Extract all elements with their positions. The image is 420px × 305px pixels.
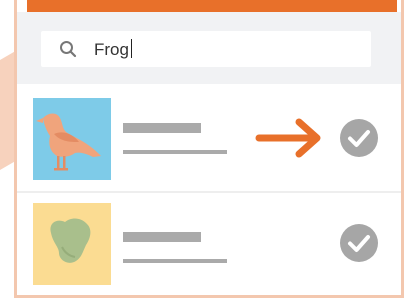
result-thumbnail <box>33 98 111 180</box>
text-cursor <box>130 39 133 58</box>
result-title-placeholder <box>123 123 201 133</box>
bird-icon <box>33 98 111 180</box>
result-row[interactable] <box>17 93 401 189</box>
check-circle-icon[interactable] <box>339 118 379 158</box>
search-icon <box>60 41 77 58</box>
result-row[interactable] <box>17 198 401 294</box>
search-panel: Frog <box>14 0 404 298</box>
search-input-text: Frog <box>94 39 133 60</box>
check-circle-icon[interactable] <box>339 223 379 263</box>
panel-top-bar <box>27 0 397 12</box>
search-input[interactable]: Frog <box>41 31 371 67</box>
result-subtitle-placeholder <box>123 150 227 154</box>
search-area: Frog <box>17 12 401 84</box>
search-value: Frog <box>94 40 129 59</box>
row-divider <box>17 191 401 193</box>
result-thumbnail <box>33 203 111 285</box>
result-subtitle-placeholder <box>123 259 227 263</box>
result-title-placeholder <box>123 232 201 242</box>
blob-icon <box>33 203 111 285</box>
arrow-right-icon <box>255 118 321 158</box>
